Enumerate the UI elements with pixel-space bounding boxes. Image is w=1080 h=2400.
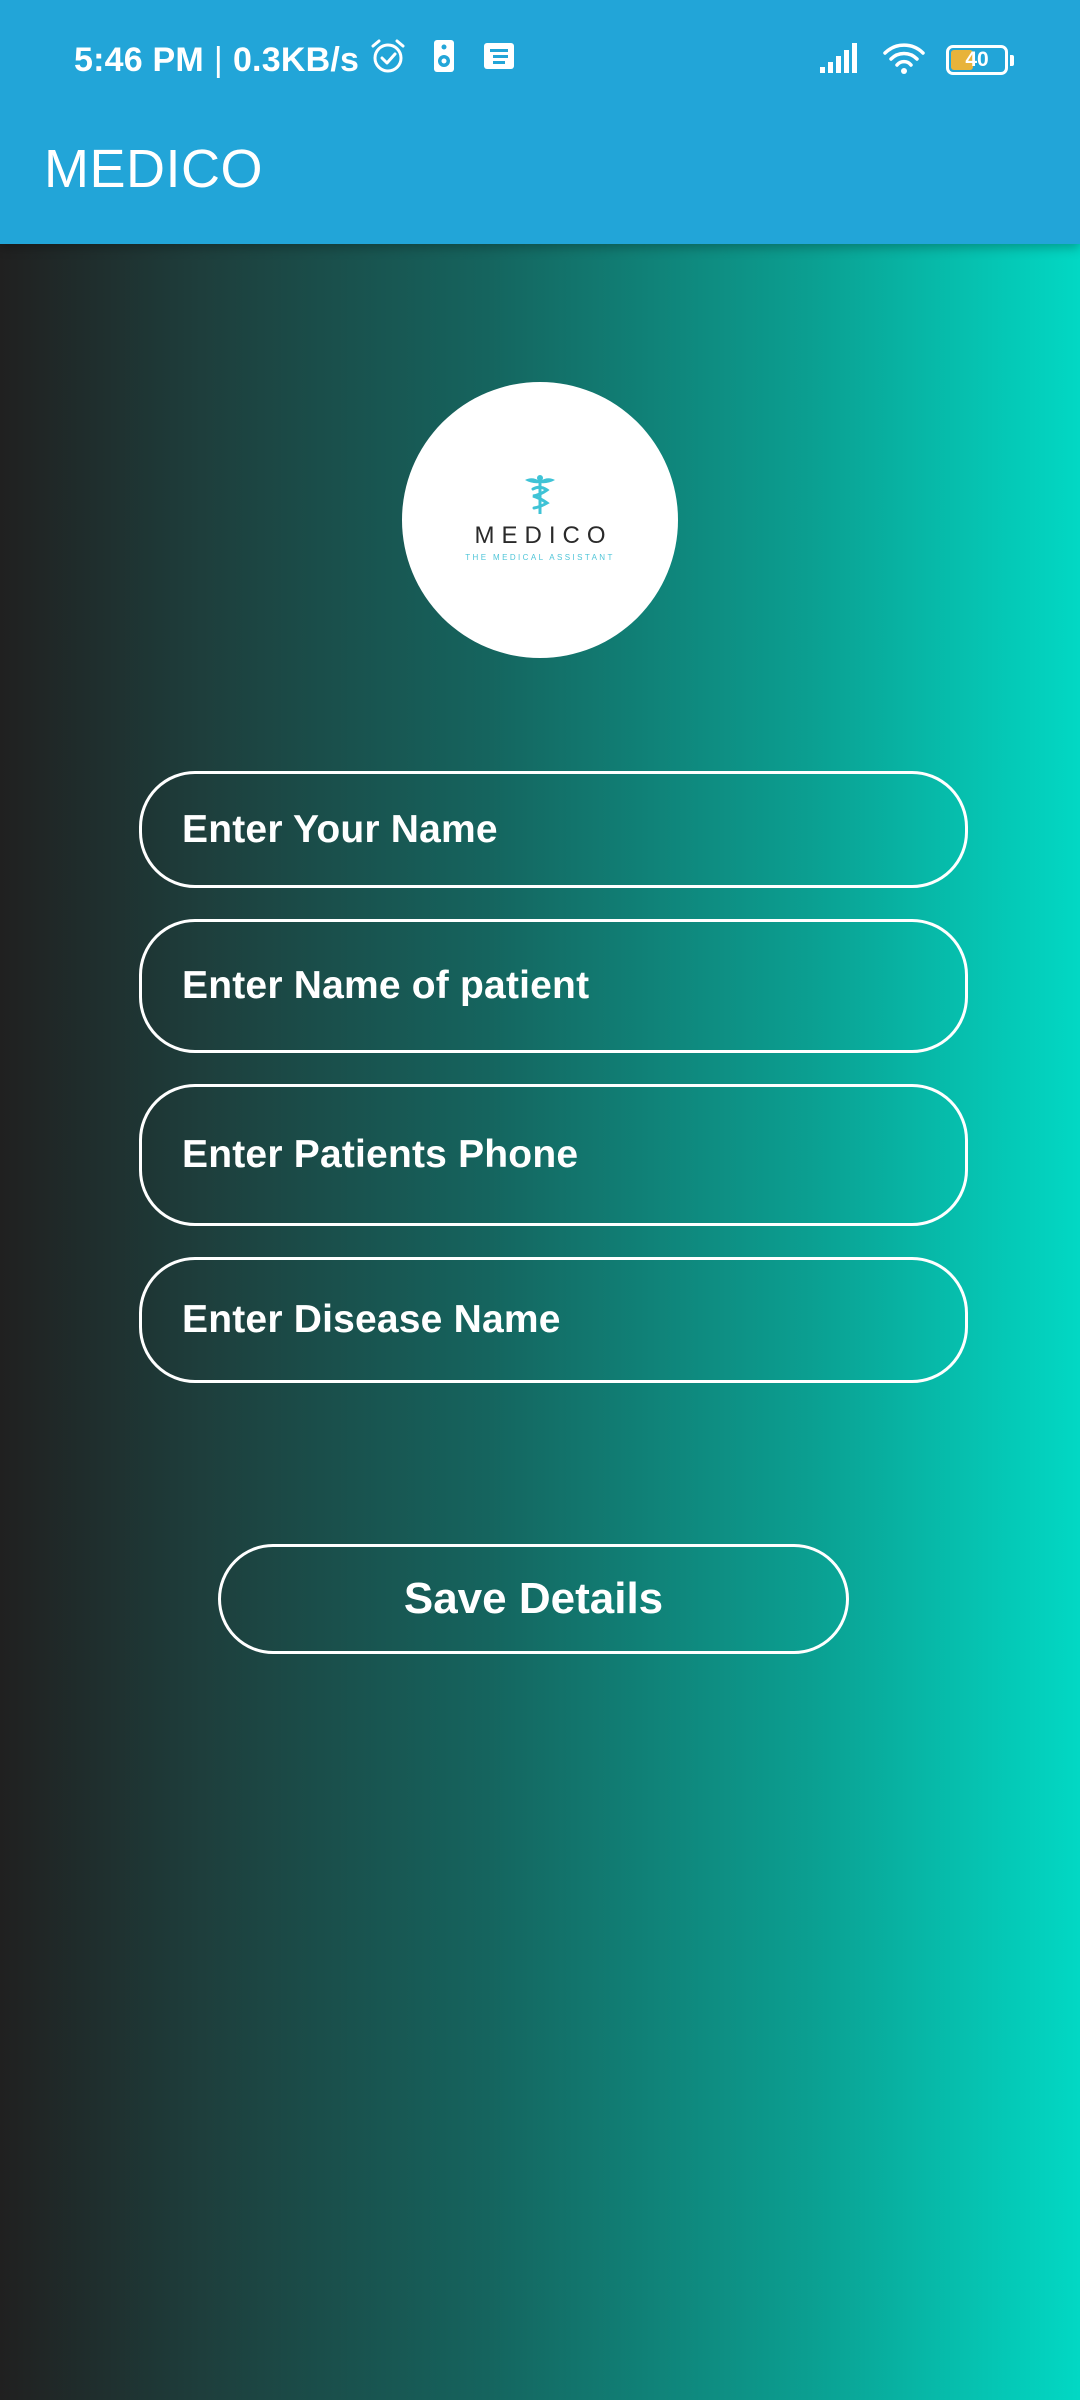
your-name-placeholder: Enter Your Name <box>182 807 498 851</box>
status-separator: | <box>213 40 223 79</box>
status-bar: 5:46 PM | 0.3KB/s 40 <box>0 0 1080 118</box>
your-name-field[interactable]: Enter Your Name <box>139 771 968 888</box>
signal-icon <box>818 41 862 80</box>
disease-name-field[interactable]: Enter Disease Name <box>139 1257 968 1383</box>
status-left: 5:46 PM | 0.3KB/s <box>74 36 517 84</box>
save-details-button[interactable]: Save Details <box>218 1544 849 1654</box>
battery-icon: 40 <box>946 45 1014 75</box>
top-bar: 5:46 PM | 0.3KB/s 40 MEDICO <box>0 0 1080 244</box>
logo-tagline: THE MEDICAL ASSISTANT <box>465 553 615 562</box>
app-logo: MEDICO THE MEDICAL ASSISTANT <box>402 382 678 658</box>
network-speed: 0.3KB/s <box>232 40 360 79</box>
patient-name-field[interactable]: Enter Name of patient <box>139 919 968 1053</box>
wifi-icon <box>882 40 926 81</box>
status-right: 40 <box>818 38 1014 82</box>
patient-phone-field[interactable]: Enter Patients Phone <box>139 1084 968 1226</box>
alarm-icon <box>369 37 407 84</box>
notification-icon <box>481 39 517 82</box>
app-title: MEDICO <box>44 139 263 199</box>
speaker-icon <box>429 37 459 84</box>
disease-name-placeholder: Enter Disease Name <box>182 1298 561 1341</box>
battery-level: 40 <box>965 48 989 71</box>
logo-wordmark: MEDICO <box>474 522 613 549</box>
patient-phone-placeholder: Enter Patients Phone <box>182 1133 579 1176</box>
app-screen: 5:46 PM | 0.3KB/s 40 MEDICO MEDICO THE M… <box>0 0 1080 2400</box>
patient-name-placeholder: Enter Name of patient <box>182 964 590 1007</box>
caduceus-icon <box>525 475 555 514</box>
status-time: 5:46 PM <box>74 40 204 79</box>
